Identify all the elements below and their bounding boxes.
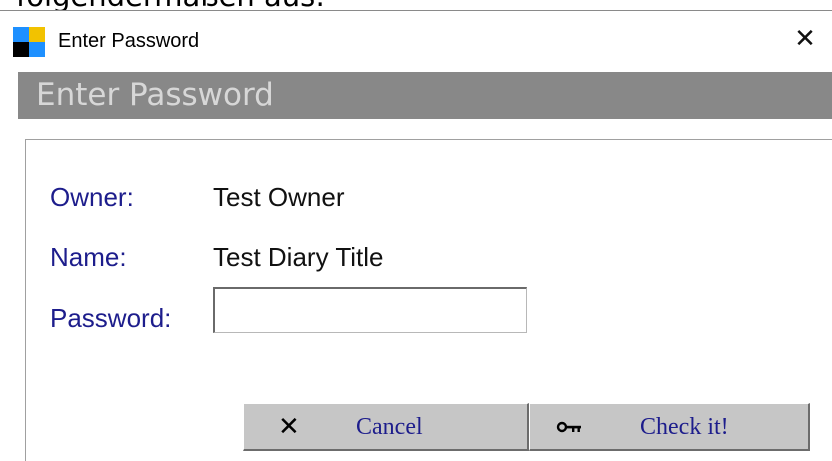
name-value: Test Diary Title — [213, 242, 384, 272]
cancel-button-label: Cancel — [356, 414, 423, 440]
title-bar[interactable]: Enter Password ✕ — [0, 11, 832, 63]
owner-label: Owner: — [50, 182, 134, 212]
cancel-button[interactable]: ✕ Cancel — [243, 403, 529, 451]
key-icon — [556, 404, 584, 450]
check-button[interactable]: Check it! — [529, 403, 810, 451]
screenshot: folgendermaßen aus: Enter Password ✕ Ent… — [0, 0, 832, 461]
password-label: Password: — [50, 303, 172, 333]
dialog-header: Enter Password — [18, 72, 832, 119]
cross-icon: ✕ — [278, 412, 300, 442]
dialog-header-title: Enter Password — [36, 77, 274, 113]
password-input[interactable] — [213, 287, 527, 333]
window-title: Enter Password — [58, 30, 200, 52]
password-dialog: Enter Password ✕ Enter Password Owner: T… — [0, 10, 832, 461]
form-panel: Owner: Test Owner Name: Test Diary Title… — [25, 139, 832, 461]
app-icon — [13, 27, 45, 58]
check-button-label: Check it! — [640, 414, 729, 440]
close-button[interactable]: ✕ — [778, 19, 832, 59]
close-icon: ✕ — [794, 24, 816, 54]
name-label: Name: — [50, 242, 127, 272]
owner-value: Test Owner — [213, 182, 345, 212]
